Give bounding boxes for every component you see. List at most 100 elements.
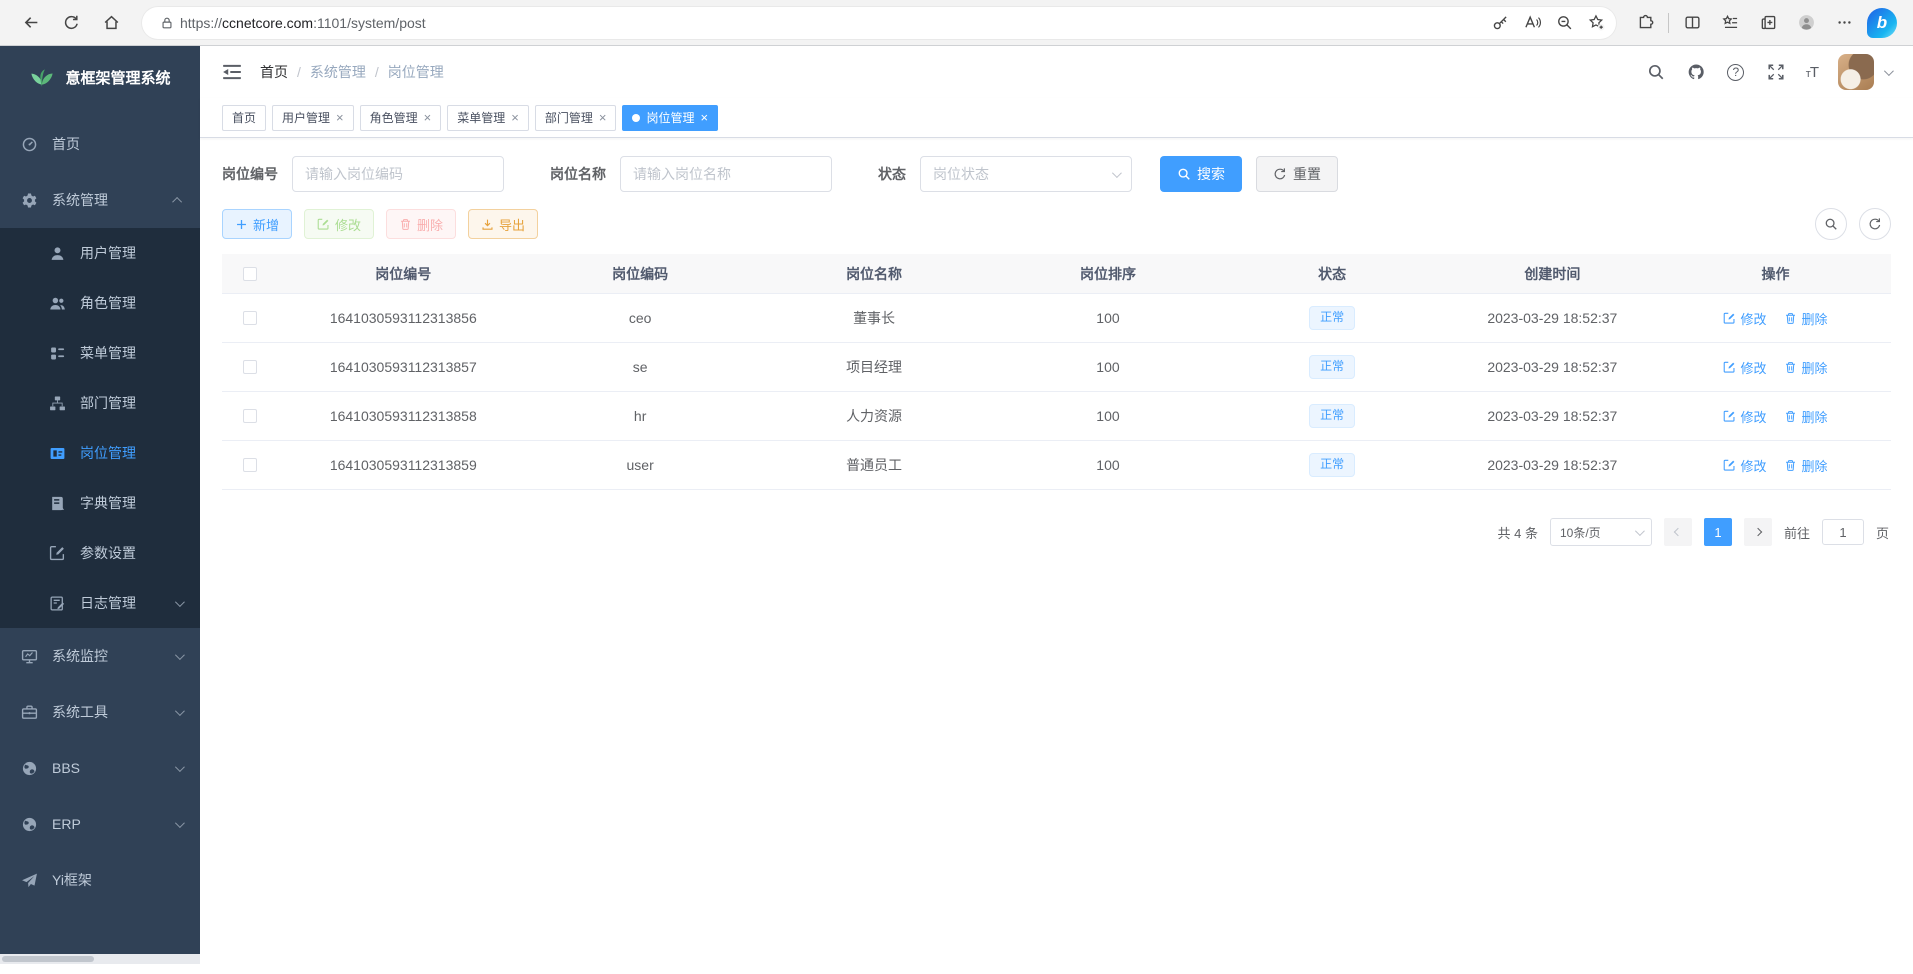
sidebar-item-13[interactable]: BBS [0, 740, 200, 796]
next-page-button[interactable] [1744, 518, 1772, 546]
tab-2[interactable]: 用户管理× [272, 105, 354, 131]
table-search-icon[interactable] [1815, 208, 1847, 240]
text-size-icon[interactable]: тT [1806, 64, 1818, 81]
extensions-icon[interactable] [1630, 8, 1660, 38]
sidebar-item-9[interactable]: 参数设置 [0, 528, 200, 578]
sidebar-item-4[interactable]: 角色管理 [0, 278, 200, 328]
row-edit-link[interactable]: 修改 [1723, 407, 1766, 426]
tab-3[interactable]: 角色管理× [360, 105, 442, 131]
row-delete-link[interactable]: 删除 [1784, 407, 1827, 426]
profile-icon[interactable] [1791, 8, 1821, 38]
sidebar-item-2[interactable]: 系统管理 [0, 172, 200, 228]
close-tab-icon[interactable]: × [336, 111, 344, 124]
close-tab-icon[interactable]: × [511, 111, 519, 124]
close-tab-icon[interactable]: × [599, 111, 607, 124]
page-size-select[interactable]: 10条/页 [1550, 518, 1652, 546]
fullscreen-icon[interactable] [1766, 62, 1786, 82]
search-button[interactable]: 搜索 [1160, 156, 1242, 192]
sidebar-item-11[interactable]: 系统监控 [0, 628, 200, 684]
sidebar-item-14[interactable]: ERP [0, 796, 200, 852]
post-name-input[interactable] [620, 156, 832, 192]
avatar-caret-icon[interactable] [1884, 66, 1894, 76]
search-icon[interactable] [1646, 62, 1666, 82]
refresh-icon [1273, 167, 1287, 181]
read-aloud-icon[interactable] [1518, 9, 1546, 37]
row-edit-link[interactable]: 修改 [1723, 358, 1766, 377]
user-avatar[interactable] [1838, 54, 1874, 90]
app-logo[interactable]: 意框架管理系统 [0, 46, 200, 108]
sidebar-item-label: 菜单管理 [80, 343, 136, 363]
sidebar-scrollbar[interactable] [0, 954, 200, 964]
current-page-button[interactable]: 1 [1704, 518, 1732, 546]
row-delete-link[interactable]: 删除 [1784, 358, 1827, 377]
goto-page-input[interactable] [1822, 519, 1864, 545]
row-checkbox[interactable] [243, 311, 257, 325]
settings-more-icon[interactable] [1829, 8, 1859, 38]
split-screen-icon[interactable] [1677, 8, 1707, 38]
github-icon[interactable] [1686, 62, 1706, 82]
row-checkbox[interactable] [243, 458, 257, 472]
post-id-input[interactable] [292, 156, 504, 192]
sidebar-item-8[interactable]: 字典管理 [0, 478, 200, 528]
sidebar-item-10[interactable]: 日志管理 [0, 578, 200, 628]
sidebar-item-12[interactable]: 系统工具 [0, 684, 200, 740]
collapse-sidebar-icon[interactable] [222, 63, 242, 81]
tab-6[interactable]: 岗位管理× [622, 105, 718, 131]
sidebar-item-3[interactable]: 用户管理 [0, 228, 200, 278]
password-key-icon[interactable] [1486, 9, 1514, 37]
add-button[interactable]: 新增 [222, 209, 292, 239]
breadcrumb-item-1[interactable]: 首页 [260, 62, 288, 82]
collections-icon[interactable] [1753, 8, 1783, 38]
cell: 1641030593112313858 [278, 408, 529, 424]
cell: 董事长 [752, 308, 997, 328]
prev-page-button[interactable] [1664, 518, 1692, 546]
row-checkbox[interactable] [243, 409, 257, 423]
url-text[interactable]: https://ccnetcore.com:1101/system/post [180, 15, 426, 31]
tab-4[interactable]: 菜单管理 × [447, 105, 529, 131]
export-button[interactable]: 导出 [468, 209, 538, 239]
bing-chat-icon[interactable]: b [1867, 8, 1897, 38]
sidebar-item-label: BBS [52, 760, 80, 776]
trash-icon [1784, 312, 1797, 325]
status-select[interactable]: 岗位状态 [920, 156, 1132, 192]
sidebar-item-label: 日志管理 [80, 593, 136, 613]
cell: user [529, 457, 752, 473]
row-delete-link[interactable]: 删除 [1784, 309, 1827, 328]
status-badge: 正常 [1309, 355, 1355, 379]
breadcrumb-item-2: 系统管理 [310, 62, 366, 82]
filter-form: 岗位编号 岗位名称 状态 岗位状态 搜索 [200, 138, 1913, 192]
download-icon [481, 218, 494, 231]
scrollbar-thumb[interactable] [2, 956, 94, 962]
sidebar-item-15[interactable]: Yi框架 [0, 852, 200, 908]
back-icon[interactable] [14, 6, 48, 40]
row-checkbox[interactable] [243, 360, 257, 374]
delete-button[interactable]: 删除 [386, 209, 456, 239]
row-edit-link[interactable]: 修改 [1723, 309, 1766, 328]
address-bar[interactable]: https://ccnetcore.com:1101/system/post [142, 7, 1616, 39]
created-time-cell: 2023-03-29 18:52:37 [1445, 359, 1660, 375]
tab-label: 菜单管理 [457, 109, 505, 126]
tab-1[interactable]: 首页 [222, 105, 266, 131]
tab-5[interactable]: 部门管理× [535, 105, 617, 131]
page-unit-label: 页 [1876, 523, 1889, 542]
sidebar-item-1[interactable]: 首页 [0, 116, 200, 172]
close-tab-icon[interactable]: × [424, 111, 432, 124]
sidebar-item-7[interactable]: 岗位管理 [0, 428, 200, 478]
table-refresh-icon[interactable] [1859, 208, 1891, 240]
select-all-checkbox[interactable] [243, 267, 257, 281]
breadcrumb-separator: / [375, 64, 379, 80]
sidebar-item-5[interactable]: 菜单管理 [0, 328, 200, 378]
lock-icon[interactable] [154, 16, 180, 30]
row-edit-link[interactable]: 修改 [1723, 456, 1766, 475]
row-delete-link[interactable]: 删除 [1784, 456, 1827, 475]
edit-button[interactable]: 修改 [304, 209, 374, 239]
reset-button[interactable]: 重置 [1256, 156, 1338, 192]
favorites-icon[interactable] [1715, 8, 1745, 38]
help-icon[interactable]: ? [1726, 62, 1746, 82]
zoom-out-icon[interactable] [1550, 9, 1578, 37]
home-icon[interactable] [94, 6, 128, 40]
add-favorite-icon[interactable] [1582, 9, 1610, 37]
close-tab-icon[interactable]: × [700, 111, 708, 124]
refresh-icon[interactable] [54, 6, 88, 40]
sidebar-item-6[interactable]: 部门管理 [0, 378, 200, 428]
